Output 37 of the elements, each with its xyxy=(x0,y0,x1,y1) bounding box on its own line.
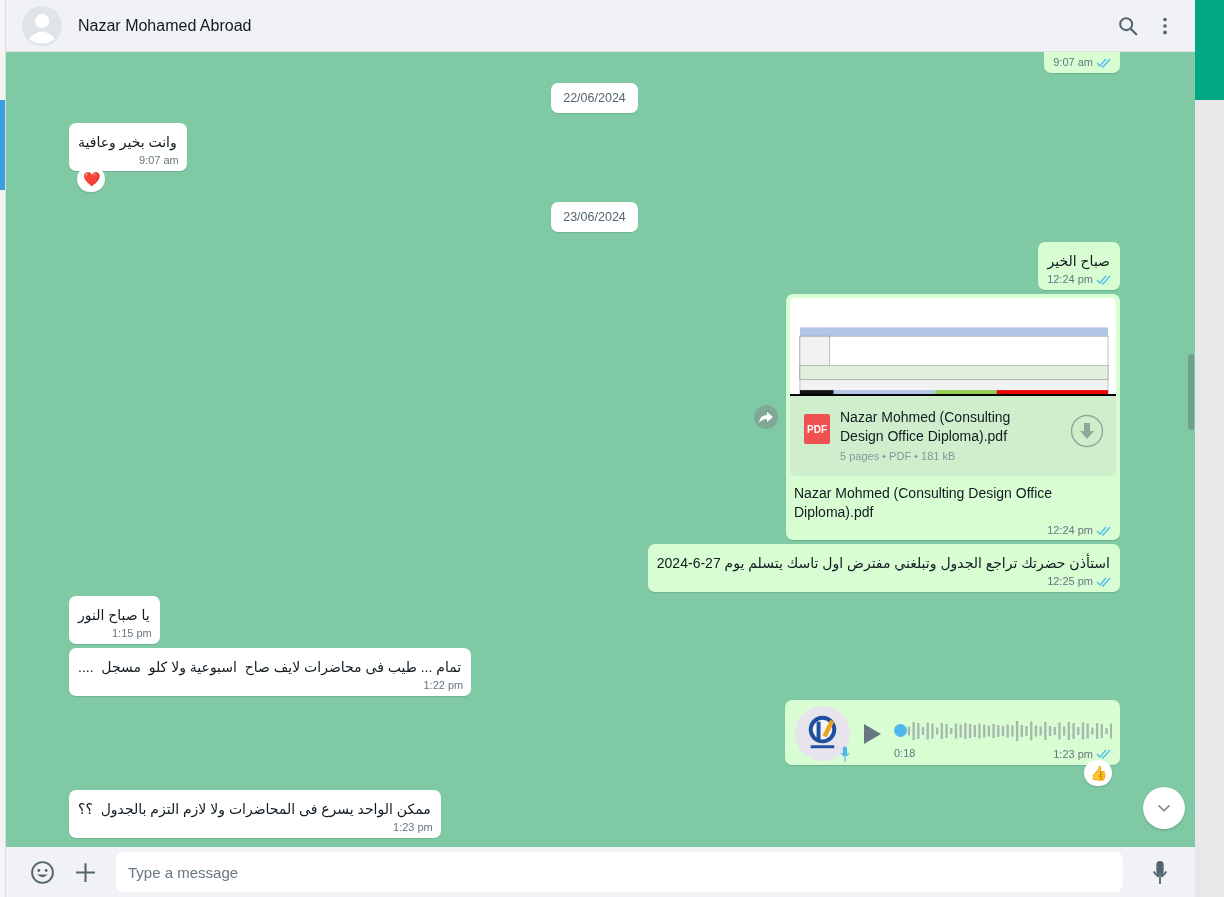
message-time: 1:23 pm xyxy=(393,821,433,833)
search-icon[interactable] xyxy=(1117,14,1139,37)
document-bubble[interactable]: PDF Nazar Mohmed (Consulting Design Office Diploma).pdf 5 pages • PDF • 181 kB Nazar Mohmed (Consulting Design Office Diploma).pdf 12:24 pm xyxy=(786,294,1120,540)
date-chip: 22/06/2024 xyxy=(551,83,638,113)
microphone-icon xyxy=(840,745,850,763)
pdf-file-icon: PDF xyxy=(804,414,830,444)
message-text: يا صباح النور xyxy=(78,606,151,625)
reaction-emoji[interactable]: ❤ xyxy=(77,166,105,192)
file-card[interactable]: PDF Nazar Mohmed (Consulting Design Office Diploma).pdf 5 pages • PDF • 181 kB xyxy=(790,396,1116,476)
contact-name[interactable]: Nazar Mohamed Abroad xyxy=(78,16,1101,35)
message-time: 9:07 am xyxy=(139,154,179,166)
message-time: 12:25 pm xyxy=(1047,575,1093,587)
message-input-field[interactable]: Type a message xyxy=(116,852,1123,892)
message-time: 1:22 pm xyxy=(423,679,464,691)
message-text: Nazar Mohmed (Consulting Design Office Diploma).pdf xyxy=(793,484,1054,522)
date-chip: 23/06/2024 xyxy=(551,202,638,232)
microphone-icon[interactable] xyxy=(1151,859,1169,885)
message-text: تمام ... طيب فى محاضرات لايف صاح اسبوعية ولا كلو مسجل .... xyxy=(78,658,463,677)
audio-progress-thumb[interactable] xyxy=(894,723,907,737)
file-details: 5 pages • PDF • 181 kB xyxy=(840,450,957,462)
scroll-down-button[interactable] xyxy=(1143,787,1185,829)
file-name: Nazar Mohmed (Consulting Design Office Diploma).pdf xyxy=(840,408,1012,446)
message-text: ممكن الواحد يسرع فى المحاضرات ولا لازم التزم بالجدول ؟؟ xyxy=(78,800,432,819)
message-time: 12:24 pm xyxy=(1047,524,1093,536)
message-time: 1:23 pm xyxy=(1053,747,1093,760)
play-icon[interactable] xyxy=(862,722,882,745)
message-time: 1:15 pm xyxy=(112,627,152,639)
download-icon[interactable] xyxy=(1070,414,1104,448)
message-text: وانت بخير وعافية xyxy=(78,133,178,152)
message-text: استأذن حضرتك تراجع الجدول وتبلغني مفترض اول تاسك يتسلم يوم 27-6-2024 xyxy=(656,552,1111,573)
message-text: صباح الخير xyxy=(1047,252,1111,271)
emoji-icon[interactable] xyxy=(30,859,55,885)
forward-icon[interactable] xyxy=(754,405,778,429)
message-time: 12:24 pm xyxy=(1047,273,1093,285)
message-time: 9:07 am xyxy=(1053,56,1093,68)
scrollbar-thumb[interactable] xyxy=(1188,354,1194,430)
voice-duration: 0:18 xyxy=(894,746,916,759)
